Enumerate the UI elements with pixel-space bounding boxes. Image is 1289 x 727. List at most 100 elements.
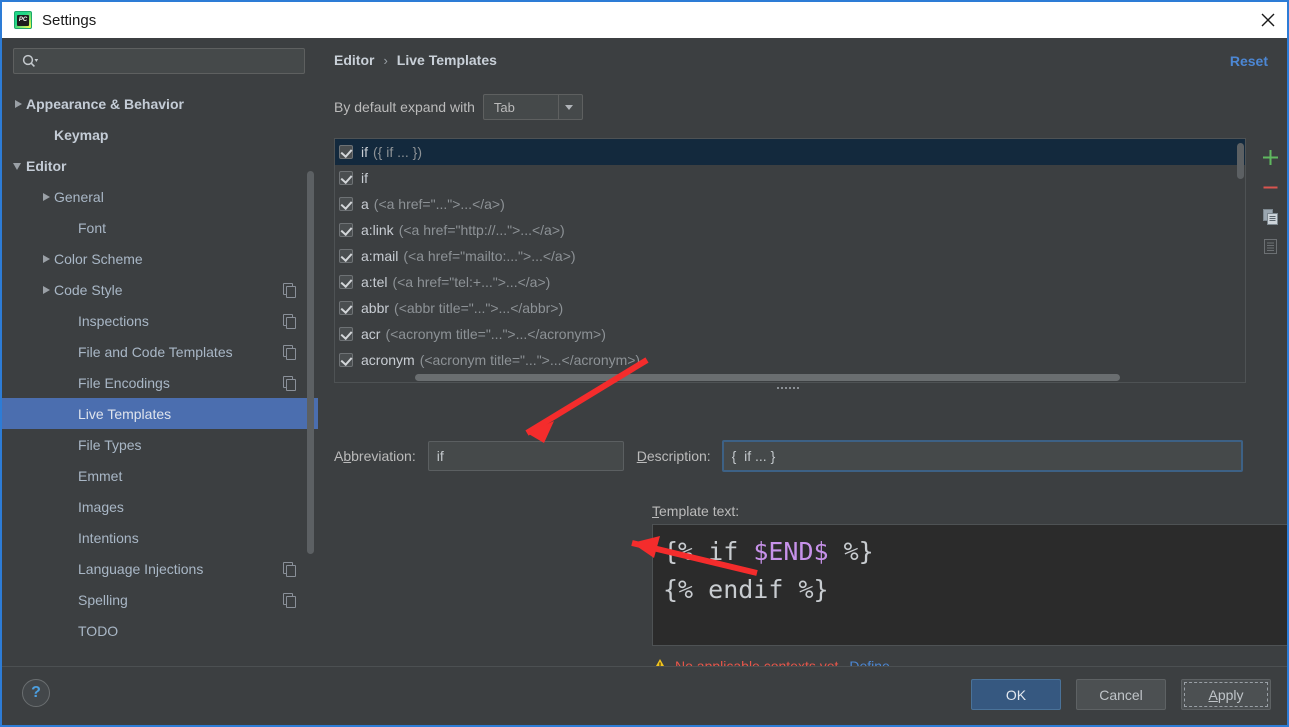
template-abbreviation: a [361, 196, 369, 212]
copy-settings-icon [283, 376, 296, 389]
templates-list-hscrollbar-thumb[interactable] [415, 374, 1120, 381]
template-enabled-checkbox[interactable] [339, 275, 353, 289]
sidebar-item-inspections[interactable]: Inspections [2, 305, 318, 336]
settings-tree: Appearance & BehaviorKeymapEditorGeneral… [2, 88, 318, 666]
sidebar-item-live-templates[interactable]: Live Templates [2, 398, 318, 429]
sidebar-item-appearance-behavior[interactable]: Appearance & Behavior [2, 88, 318, 119]
template-text-editor[interactable]: {% if $END$ %} {% endif %} [652, 524, 1289, 646]
sidebar-item-label: Code Style [54, 282, 283, 298]
apply-button[interactable]: Apply [1181, 679, 1271, 710]
sidebar-item-language-injections[interactable]: Language Injections [2, 553, 318, 584]
add-icon[interactable] [1256, 142, 1286, 172]
template-list-row[interactable]: acronym(<acronym title="...">...</acrony… [335, 347, 1245, 373]
help-button[interactable]: ? [22, 679, 50, 707]
abbreviation-input[interactable] [428, 441, 624, 471]
template-list-row[interactable]: abbr(<abbr title="...">...</abbr>) [335, 295, 1245, 321]
template-enabled-checkbox[interactable] [339, 197, 353, 211]
reset-link[interactable]: Reset [1230, 53, 1268, 69]
template-description: (<abbr title="...">...</abbr>) [394, 300, 563, 316]
template-list-row[interactable]: a:tel(<a href="tel:+...">...</a>) [335, 269, 1245, 295]
panel-splitter-handle[interactable] [773, 385, 803, 391]
template-list-row[interactable]: a(<a href="...">...</a>) [335, 191, 1245, 217]
copy-settings-icon [283, 562, 296, 575]
template-list-row[interactable]: a:mail (<a href="mailto:...">...</a>) [335, 243, 1245, 269]
default-expand-row: By default expand with Tab [334, 94, 583, 120]
sidebar-item-spelling[interactable]: Spelling [2, 584, 318, 615]
sidebar-item-file-types[interactable]: File Types [2, 429, 318, 460]
breadcrumb-parent[interactable]: Editor [334, 52, 374, 68]
template-description: (<a href="mailto:...">...</a>) [403, 248, 575, 264]
pycharm-icon [14, 11, 32, 29]
templates-list[interactable]: if({ if ... }) if a(<a href="...">...</a>)… [334, 138, 1246, 383]
tree-spacer [64, 345, 78, 359]
sidebar-item-todo[interactable]: TODO [2, 615, 318, 646]
search-icon [22, 54, 39, 68]
sidebar-item-editor[interactable]: Editor [2, 150, 318, 181]
template-enabled-checkbox[interactable] [339, 171, 353, 185]
chevron-down-icon[interactable] [12, 159, 26, 173]
template-abbreviation: a:tel [361, 274, 387, 290]
template-enabled-checkbox[interactable] [339, 353, 353, 367]
template-enabled-checkbox[interactable] [339, 327, 353, 341]
tree-spacer [64, 314, 78, 328]
search-input[interactable] [39, 54, 304, 69]
sidebar-item-emmet[interactable]: Emmet [2, 460, 318, 491]
template-abbreviation: if [361, 170, 368, 186]
template-list-row[interactable]: acr(<acronym title="...">...</acronym>) [335, 321, 1245, 347]
breadcrumb-current: Live Templates [397, 52, 497, 68]
templates-list-hscrollbar[interactable] [335, 373, 1246, 382]
document-icon[interactable] [1256, 232, 1286, 262]
template-variable-end: $END$ [753, 537, 828, 566]
tree-spacer [40, 128, 54, 142]
sidebar-item-label: Emmet [78, 468, 318, 484]
template-abbreviation: acronym [361, 352, 415, 368]
template-list-row[interactable]: a:link (<a href="http://...">...</a>) [335, 217, 1245, 243]
sidebar-item-images[interactable]: Images [2, 491, 318, 522]
ok-button[interactable]: OK [971, 679, 1061, 710]
sidebar-item-intentions[interactable]: Intentions [2, 522, 318, 553]
sidebar-item-color-scheme[interactable]: Color Scheme [2, 243, 318, 274]
template-description: (<a href="http://...">...</a>) [399, 222, 565, 238]
search-box[interactable] [13, 48, 305, 74]
sidebar-scrollbar-thumb[interactable] [307, 171, 314, 554]
chevron-right-icon[interactable] [12, 97, 26, 111]
copy-settings-icon [283, 593, 296, 606]
sidebar-item-label: Font [78, 220, 318, 236]
template-enabled-checkbox[interactable] [339, 301, 353, 315]
sidebar-item-keymap[interactable]: Keymap [2, 119, 318, 150]
template-list-row[interactable]: if({ if ... }) [335, 139, 1245, 165]
template-abbreviation: a:mail [361, 248, 398, 264]
sidebar-item-code-style[interactable]: Code Style [2, 274, 318, 305]
chevron-right-icon[interactable] [40, 190, 54, 204]
breadcrumb: Editor › Live Templates [334, 52, 497, 68]
sidebar-item-general[interactable]: General [2, 181, 318, 212]
templates-list-scrollbar-thumb[interactable] [1237, 143, 1244, 179]
template-list-row[interactable]: if [335, 165, 1245, 191]
sidebar-item-file-encodings[interactable]: File Encodings [2, 367, 318, 398]
sidebar-item-label: Inspections [78, 313, 283, 329]
template-description: (<acronym title="...">...</acronym>) [385, 326, 605, 342]
tree-spacer [64, 593, 78, 607]
sidebar-item-label: Language Injections [78, 561, 283, 577]
remove-icon[interactable] [1256, 172, 1286, 202]
default-expand-label: By default expand with [334, 99, 475, 115]
default-expand-combo[interactable]: Tab [483, 94, 583, 120]
copy-icon[interactable] [1256, 202, 1286, 232]
chevron-right-icon[interactable] [40, 283, 54, 297]
description-input[interactable] [722, 440, 1243, 472]
template-enabled-checkbox[interactable] [339, 249, 353, 263]
chevron-right-icon[interactable] [40, 252, 54, 266]
cancel-button[interactable]: Cancel [1076, 679, 1166, 710]
template-enabled-checkbox[interactable] [339, 223, 353, 237]
tree-spacer [64, 438, 78, 452]
template-enabled-checkbox[interactable] [339, 145, 353, 159]
sidebar-item-label: Images [78, 499, 318, 515]
tree-spacer [64, 624, 78, 638]
sidebar-item-label: Spelling [78, 592, 283, 608]
sidebar-item-file-and-code-templates[interactable]: File and Code Templates [2, 336, 318, 367]
sidebar-item-font[interactable]: Font [2, 212, 318, 243]
abbreviation-label: Abbreviation: [334, 448, 416, 464]
template-text-label: Template text: [652, 503, 739, 519]
close-icon[interactable] [1245, 2, 1289, 38]
template-abbreviation: a:link [361, 222, 394, 238]
